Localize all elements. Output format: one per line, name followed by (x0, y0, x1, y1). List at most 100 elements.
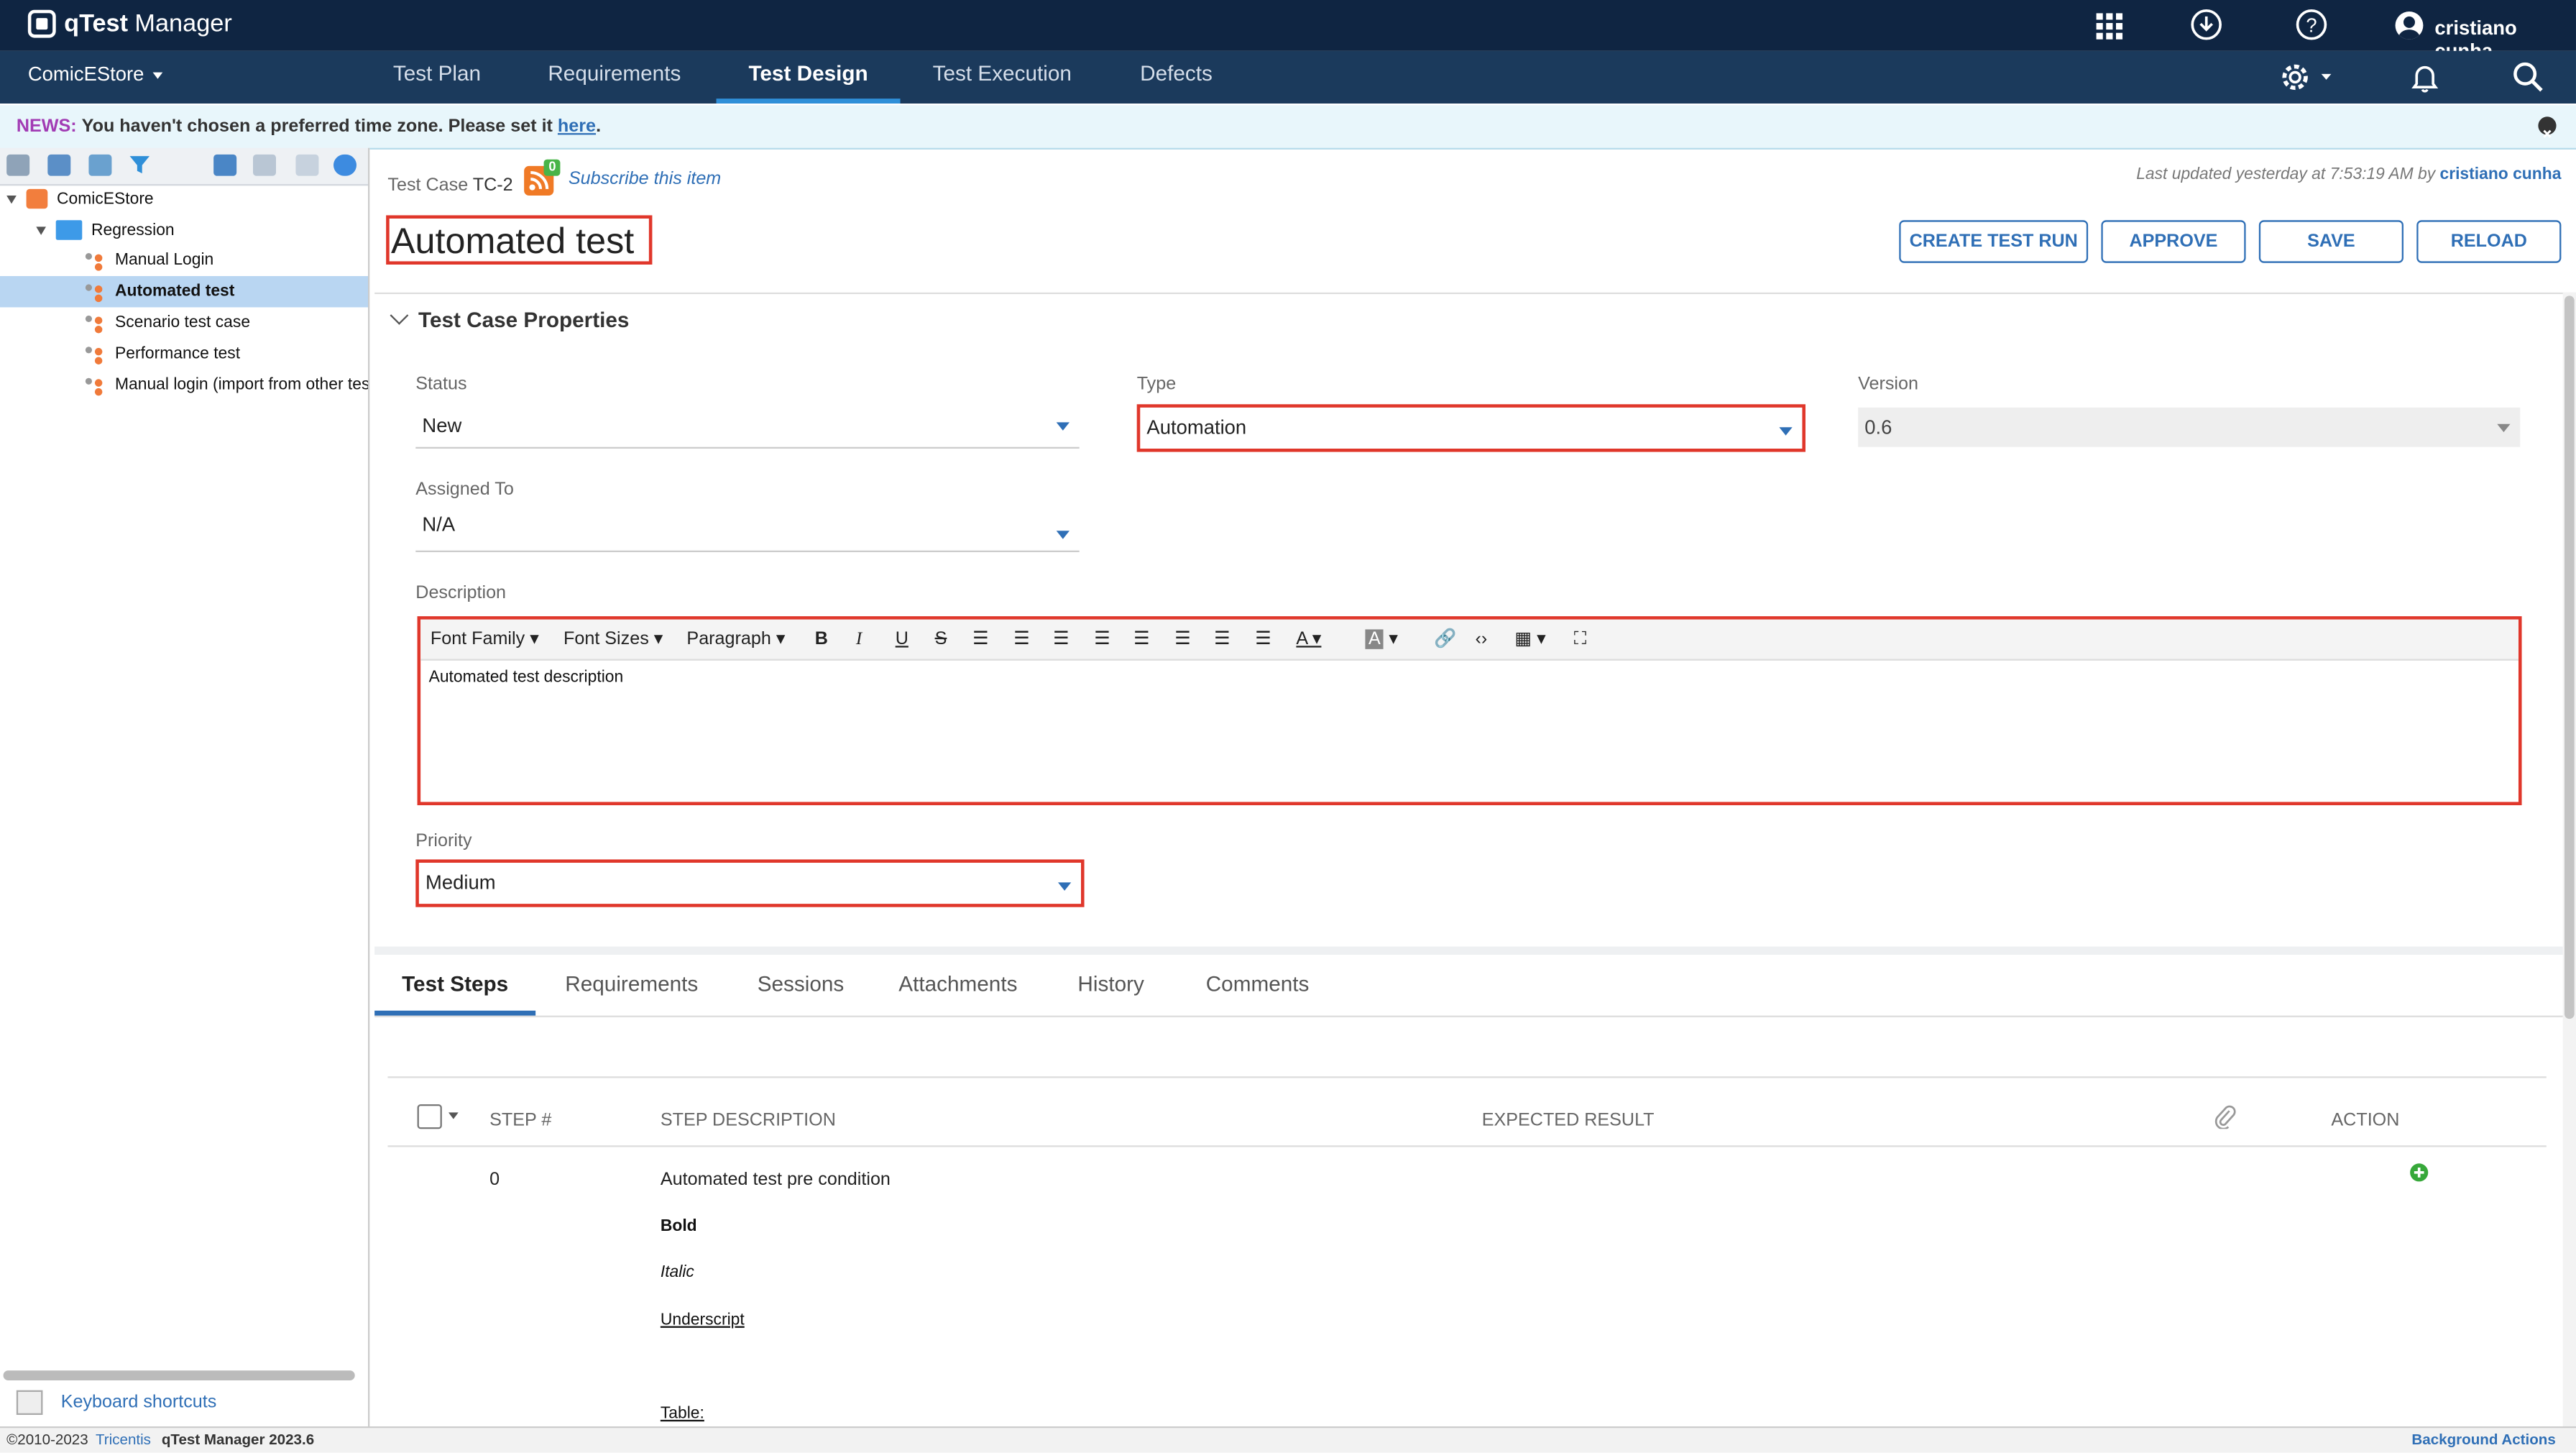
align-center-icon[interactable]: ☰ (1174, 628, 1191, 651)
last-updated: Last updated yesterday at 7:53:19 AM by … (2136, 165, 2562, 184)
status-select[interactable]: New (415, 404, 1080, 449)
database-icon[interactable] (213, 154, 237, 176)
move-icon[interactable] (295, 154, 319, 176)
tab-test-design[interactable]: Test Design (716, 51, 901, 104)
tree-item-label: Performance test (114, 344, 241, 364)
project-selector[interactable]: ComicEStore (28, 63, 163, 86)
steps-table-top-line (387, 1076, 2547, 1078)
tab-defects[interactable]: Defects (1117, 51, 1236, 104)
delete-icon[interactable] (88, 154, 112, 176)
filter-icon[interactable] (128, 155, 151, 176)
paragraph-dropdown[interactable]: Paragraph ▾ (686, 628, 785, 651)
fullscreen-icon[interactable]: ⛶ (1574, 628, 1587, 651)
code-icon[interactable]: ‹› (1476, 628, 1488, 651)
col-expected-result: EXPECTED RESULT (1481, 1111, 1655, 1131)
indent-icon[interactable]: ☰ (1094, 628, 1110, 651)
news-link[interactable]: here (558, 116, 596, 136)
font-family-dropdown[interactable]: Font Family ▾ (431, 628, 539, 651)
search-icon[interactable] (2512, 61, 2545, 94)
tab-comments[interactable]: Comments (1206, 953, 1310, 1016)
tricentis-link[interactable]: Tricentis (96, 1431, 151, 1448)
app-version: qTest Manager 2023.6 (161, 1431, 315, 1448)
new-folder-icon[interactable] (6, 154, 30, 176)
highlight-color-icon[interactable]: A ▾ (1365, 628, 1398, 651)
justify-icon[interactable]: ☰ (1255, 628, 1271, 651)
test-case-title[interactable]: Automated test (386, 215, 653, 265)
user-avatar-icon[interactable] (2395, 11, 2424, 40)
help-icon[interactable]: ? (2295, 8, 2328, 41)
reload-button[interactable]: RELOAD (2416, 220, 2562, 263)
numbered-list-icon[interactable]: ☰ (1013, 628, 1030, 651)
tab-test-steps[interactable]: Test Steps (374, 953, 536, 1016)
tree-item-performance[interactable]: Performance test (0, 339, 368, 370)
title-text: Automated test (390, 220, 635, 262)
main-scrollbar[interactable] (2562, 292, 2576, 1426)
tree-root[interactable]: ComicEStore (6, 184, 364, 215)
apps-grid-icon[interactable] (2096, 13, 2123, 40)
tab-label: Requirements (548, 60, 681, 86)
bold-icon[interactable]: B (815, 628, 828, 651)
type-select[interactable]: Automation (1136, 404, 1806, 452)
table-icon[interactable]: ▦ ▾ (1514, 628, 1545, 651)
tab-history[interactable]: History (1077, 953, 1144, 1016)
collapse-arrow-icon (36, 226, 46, 235)
subscribe-link[interactable]: Subscribe this item (569, 169, 721, 188)
sidebar-scrollbar[interactable] (3, 1370, 355, 1380)
toggle-icon[interactable] (333, 154, 356, 176)
add-step-icon[interactable] (2410, 1163, 2429, 1182)
bullet-list-icon[interactable]: ☰ (972, 628, 989, 651)
bell-icon[interactable] (2409, 61, 2442, 94)
text-color-icon[interactable]: A ▾ (1296, 628, 1321, 651)
font-sizes-dropdown[interactable]: Font Sizes ▾ (564, 628, 663, 651)
tab-sessions[interactable]: Sessions (758, 953, 845, 1016)
folder-icon (55, 221, 82, 241)
col-step-description: STEP DESCRIPTION (660, 1111, 836, 1131)
tree-item-label: Automated test (114, 283, 235, 301)
close-icon[interactable] (2538, 116, 2557, 138)
underline-icon[interactable]: U (896, 628, 908, 651)
gear-icon[interactable] (2278, 61, 2334, 94)
align-right-icon[interactable]: ☰ (1214, 628, 1230, 651)
updated-by-link[interactable]: cristiano cunha (2439, 166, 2561, 184)
tab-test-execution[interactable]: Test Execution (914, 51, 1091, 104)
save-button[interactable]: SAVE (2258, 220, 2404, 263)
tab-attachments[interactable]: Attachments (898, 953, 1017, 1016)
link-icon[interactable]: 🔗 (1434, 628, 1456, 651)
italic-icon[interactable]: I (856, 628, 862, 651)
align-left-icon[interactable]: ☰ (1133, 628, 1150, 651)
select-all-checkbox[interactable] (417, 1104, 442, 1129)
assigned-select[interactable]: N/A (415, 503, 1080, 552)
priority-select[interactable]: Medium (415, 859, 1085, 907)
project-home-icon (26, 189, 47, 210)
copy-icon[interactable] (252, 154, 276, 176)
tree-toolbar (0, 147, 368, 186)
new-test-case-icon[interactable] (47, 154, 71, 176)
step-table-text: Table: (660, 1405, 704, 1424)
tab-requirements-lower[interactable]: Requirements (565, 953, 698, 1016)
main-nav: ComicEStore Test Plan Requirements Test … (0, 50, 2576, 104)
properties-header[interactable]: Test Case Properties (390, 306, 629, 332)
description-editor[interactable]: Font Family ▾ Font Sizes ▾ Paragraph ▾ B… (417, 616, 2522, 805)
download-icon[interactable] (2190, 8, 2223, 41)
create-test-run-button[interactable]: CREATE TEST RUN (1899, 220, 2089, 263)
tree-item-manual-login-import[interactable]: Manual login (import from other test (0, 370, 368, 400)
tab-test-plan[interactable]: Test Plan (364, 51, 509, 104)
tree-item-manual-login[interactable]: Manual Login (0, 245, 368, 276)
tree-item-scenario[interactable]: Scenario test case (0, 307, 368, 338)
version-select[interactable]: 0.6 (1858, 407, 2521, 447)
test-case-label: Test Case TC-2 (387, 175, 513, 196)
table-row[interactable]: 0 Automated test pre condition Bold Ital… (387, 1147, 2546, 1426)
tab-requirements[interactable]: Requirements (525, 51, 703, 104)
outdent-icon[interactable]: ☰ (1053, 628, 1070, 651)
tree-folder[interactable]: Regression (36, 215, 364, 246)
keyboard-shortcuts[interactable]: Keyboard shortcuts (16, 1390, 216, 1415)
background-actions-link[interactable]: Background Actions (2411, 1428, 2555, 1452)
tree-item-automated-test[interactable]: Automated test (0, 275, 368, 308)
tab-label: Test Execution (932, 60, 1072, 86)
qtest-logo-icon[interactable] (27, 9, 56, 38)
strikethrough-icon[interactable]: S (935, 628, 947, 651)
version-label: Version (1858, 375, 1919, 395)
paperclip-icon (2213, 1103, 2236, 1130)
chevron-down-icon[interactable] (448, 1112, 459, 1119)
approve-button[interactable]: APPROVE (2101, 220, 2246, 263)
